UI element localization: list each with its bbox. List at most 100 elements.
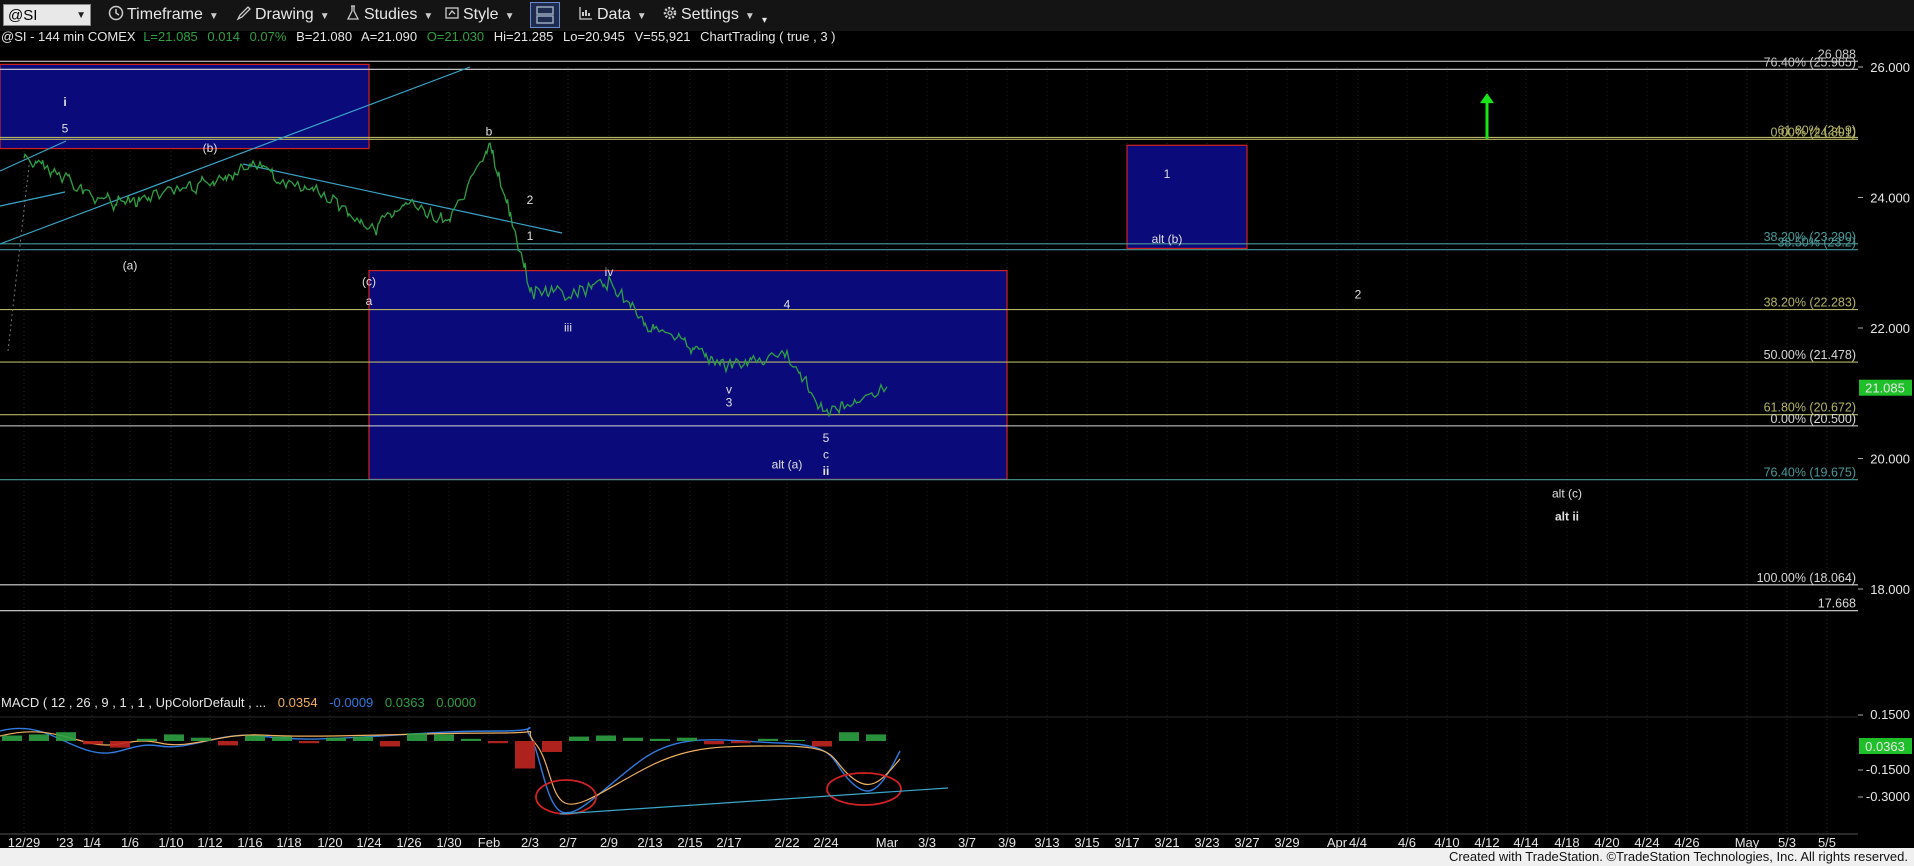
drawing-label: Drawing: [255, 6, 314, 23]
macd-y-tick-label: 0.1500: [1870, 707, 1910, 722]
wave-label: 5: [823, 431, 830, 445]
header-last: L=21.085: [143, 31, 198, 44]
x-tick-label: 12/29: [8, 835, 41, 848]
style-icon: [445, 7, 459, 19]
x-tick-label: 1/16: [237, 835, 262, 848]
macd-histogram-bar: [353, 736, 373, 741]
macd-v1: 0.0354: [278, 695, 318, 710]
header-high: Hi=21.285: [494, 31, 554, 44]
data-label: Data: [597, 6, 631, 23]
layout-button[interactable]: [530, 2, 560, 28]
x-tick-label: 4/26: [1674, 835, 1699, 848]
data-button[interactable]: Data ▼: [578, 4, 647, 26]
x-tick-label: 4/10: [1434, 835, 1459, 848]
toolbar-overflow-icon[interactable]: ▾: [762, 10, 767, 32]
chevron-down-icon[interactable]: ▼: [76, 5, 86, 27]
x-tick-label: May: [1735, 835, 1760, 848]
studies-button[interactable]: Studies ▼: [345, 4, 433, 26]
macd-histogram-bar: [812, 741, 832, 747]
caret-icon: ▼: [319, 11, 330, 22]
x-tick-label: 2/15: [677, 835, 702, 848]
x-tick-label: 2/3: [521, 835, 539, 848]
wave-label: iv: [605, 265, 614, 279]
x-tick-label: 3/23: [1194, 835, 1219, 848]
x-tick-label: 4/18: [1554, 835, 1579, 848]
drawing-button[interactable]: Drawing ▼: [236, 4, 330, 26]
settings-label: Settings: [681, 6, 739, 23]
chart-area[interactable]: 26.08876.40% (25.965)61.80% (24.9)0.00% …: [0, 31, 1914, 848]
macd-histogram-bar: [623, 737, 643, 741]
macd-histogram-bar: [380, 741, 400, 747]
caret-icon: ▼: [504, 11, 515, 22]
x-tick-label: 3/7: [958, 835, 976, 848]
x-tick-label: 3/27: [1234, 835, 1259, 848]
data-chart-icon: [579, 7, 592, 20]
settings-button[interactable]: Settings ▼: [662, 4, 755, 26]
footer-credit: Created with TradeStation. ©TradeStation…: [0, 848, 1914, 866]
y-tick-label: 22.000: [1870, 321, 1910, 336]
macd-histogram-bar: [434, 734, 454, 741]
wave-label: 2: [527, 193, 534, 207]
macd-histogram-bar: [650, 738, 670, 741]
caret-icon: ▼: [744, 11, 755, 22]
wave-label: a: [366, 294, 373, 308]
macd-histogram-bar: [326, 737, 346, 741]
symbol-input[interactable]: @SI ▼: [3, 4, 91, 26]
box-top-left[interactable]: [0, 63, 370, 150]
style-button[interactable]: Style ▼: [444, 4, 514, 26]
fib-label: 0.00% (20.500): [1771, 412, 1856, 426]
chart-header: @SI - 144 min COMEX L=21.085 0.014 0.07%…: [1, 31, 836, 44]
time-axis: 12/29 '23 1/4 1/6 1/10 1/12 1/16 1/18 1/20 1/24 1/…: [0, 833, 1858, 848]
macd-histogram-bar: [569, 736, 589, 741]
style-label: Style: [463, 6, 499, 23]
x-tick-label: 3/9: [998, 835, 1016, 848]
wave-label: iii: [564, 320, 572, 334]
x-tick-label: 3/17: [1114, 835, 1139, 848]
x-tick-label: 2/9: [600, 835, 618, 848]
x-tick-label: Feb: [478, 835, 500, 848]
macd-header: MACD ( 12 , 26 , 9 , 1 , 1 , UpColorDefa…: [1, 695, 476, 710]
box-main-target[interactable]: [368, 269, 1008, 480]
x-tick-label: 1/24: [356, 835, 381, 848]
macd-histogram-bar: [515, 741, 535, 769]
drawing-pen-icon: [236, 6, 251, 21]
caret-icon: ▼: [423, 11, 434, 22]
macd-histogram-bar: [83, 741, 103, 745]
box-alt-b[interactable]: [1126, 144, 1248, 249]
macd-histogram-bar: [56, 732, 76, 741]
macd-histogram-bar: [29, 734, 49, 741]
wave-label: alt (a): [772, 457, 803, 471]
x-tick-label: 1/30: [436, 835, 461, 848]
x-tick-label: '23: [57, 835, 74, 848]
macd-histogram-bar: [137, 738, 157, 741]
x-tick-label: 1/6: [121, 835, 139, 848]
macd-histogram-bar: [218, 741, 238, 746]
settings-gear-icon: [663, 6, 677, 20]
x-tick-label: 5/3: [1778, 835, 1796, 848]
x-tick-label: 1/20: [317, 835, 342, 848]
macd-histogram-bar: [839, 732, 859, 741]
x-tick-label: 3/13: [1034, 835, 1059, 848]
y-tick-label: 20.000: [1870, 452, 1910, 467]
x-tick-label: 2/22: [774, 835, 799, 848]
wave-label: 4: [784, 297, 791, 311]
macd-histogram-bar: [677, 737, 697, 741]
x-tick-label: 1/26: [396, 835, 421, 848]
timeframe-label: Timeframe: [127, 6, 203, 23]
wave-label: b: [486, 125, 493, 139]
wave-label: v: [726, 382, 732, 396]
fib-label: 76.40% (25.965): [1764, 55, 1856, 69]
wave-label: (b): [203, 141, 218, 155]
header-study: ChartTrading ( true , 3 ): [700, 31, 835, 44]
x-tick-label: 2/24: [813, 835, 838, 848]
timeframe-button[interactable]: Timeframe ▼: [108, 4, 219, 26]
macd-histogram-bar: [110, 741, 130, 748]
macd-histogram-bar: [164, 734, 184, 741]
header-open: O=21.030: [427, 31, 484, 44]
wave-label: alt ii: [1555, 509, 1579, 523]
macd-histogram-bar: [866, 734, 886, 741]
wave-label: (a): [123, 258, 138, 272]
macd-histogram-bar: [191, 737, 211, 741]
y-tick-label: 26.000: [1870, 60, 1910, 75]
x-tick-label: 1/10: [158, 835, 183, 848]
